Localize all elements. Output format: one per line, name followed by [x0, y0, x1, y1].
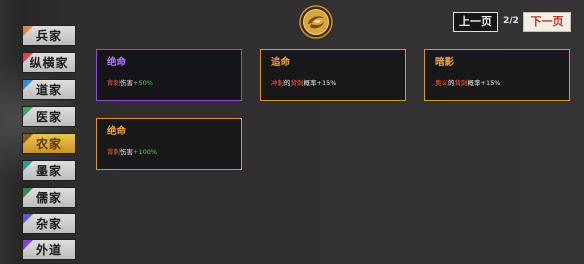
desc-keyword: 背刺: [107, 79, 120, 87]
sidebar-item-label: 墨家: [35, 164, 62, 178]
sidebar-item-label: 医家: [35, 110, 62, 124]
desc-text: 概率+15%: [303, 79, 337, 87]
sidebar-item-zajia[interactable]: 杂家: [22, 213, 76, 234]
sidebar-item-yijia[interactable]: 医家: [22, 106, 76, 127]
sidebar-item-label: 外道: [35, 243, 62, 257]
desc-value: +50%: [133, 79, 153, 87]
talent-card-description: 背刺伤害+100%: [107, 146, 157, 156]
desc-keyword: 背刺: [107, 148, 120, 156]
desc-keyword: 冲刺: [271, 79, 284, 87]
desc-keyword: 背刺: [454, 79, 468, 87]
talent-card-title: 绝命: [107, 126, 127, 137]
desc-text: 概率+15%: [467, 79, 501, 87]
background: [0, 0, 584, 264]
sidebar-item-mojia[interactable]: 墨家: [22, 160, 76, 181]
desc-text: 伤害: [120, 148, 133, 156]
gold-coin-swirl-icon: [299, 5, 333, 39]
sidebar-item-label: 纵横家: [29, 56, 69, 70]
sidebar-item-label: 兵家: [35, 29, 62, 43]
sidebar-item-daojia[interactable]: 道家: [22, 79, 76, 100]
school-sidebar: 兵家 纵横家 道家 医家 农家 墨家 儒家 杂家 外道: [0, 0, 80, 264]
next-page-button[interactable]: 下一页: [523, 12, 571, 32]
talent-card[interactable]: 绝命 背刺伤害+100%: [96, 118, 242, 170]
desc-text: 伤害: [120, 79, 133, 87]
sidebar-item-label: 道家: [35, 83, 62, 97]
talent-card[interactable]: 暗影 奥义的背刺概率+15%: [424, 49, 570, 101]
talent-card-title: 暗影: [435, 57, 455, 68]
desc-keyword: 奥义: [435, 79, 448, 87]
sidebar-item-label: 杂家: [35, 217, 62, 231]
sidebar-item-label: 儒家: [35, 191, 62, 205]
talent-card[interactable]: 追命 冲刺的背刺概率+15%: [260, 49, 406, 101]
sidebar-item-nongjia[interactable]: 农家: [22, 133, 76, 154]
talent-card[interactable]: 绝命 背刺伤害+50%: [96, 49, 242, 101]
sidebar-item-waidao[interactable]: 外道: [22, 239, 76, 260]
talent-card-description: 冲刺的背刺概率+15%: [271, 77, 336, 87]
prev-page-button[interactable]: 上一页: [453, 12, 498, 32]
sidebar-item-rujia[interactable]: 儒家: [22, 187, 76, 208]
desc-value: +100%: [133, 148, 158, 156]
page-indicator: 2/2: [503, 16, 519, 26]
desc-keyword: 背刺: [290, 79, 304, 87]
talent-card-description: 背刺伤害+50%: [107, 77, 153, 87]
talent-card-title: 绝命: [107, 57, 127, 68]
sidebar-item-zonghengjia[interactable]: 纵横家: [22, 52, 76, 73]
sidebar-item-bingjia[interactable]: 兵家: [22, 25, 76, 46]
talent-card-description: 奥义的背刺概率+15%: [435, 77, 500, 87]
talent-card-title: 追命: [271, 57, 291, 68]
sidebar-item-label: 农家: [35, 137, 62, 151]
